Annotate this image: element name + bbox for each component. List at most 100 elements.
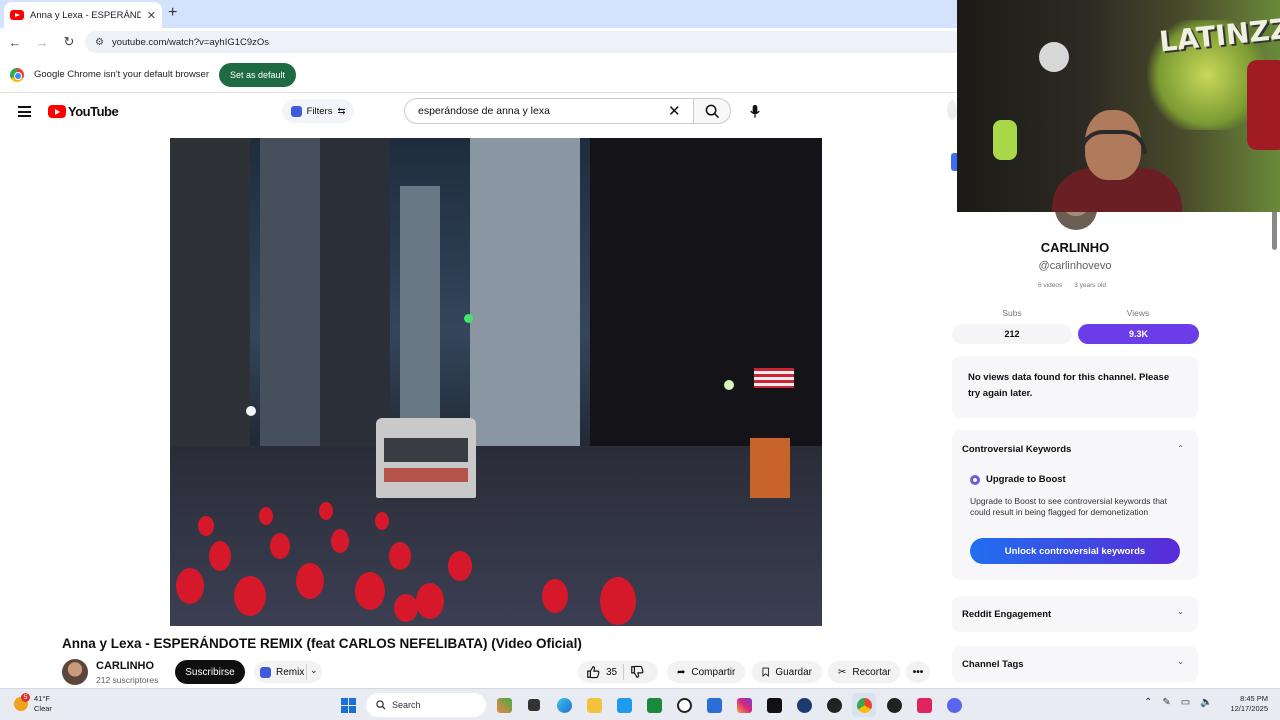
subscribe-button[interactable]: Suscribirse	[175, 660, 245, 684]
taskbar-search[interactable]: Search	[366, 693, 486, 717]
channel-tags-title: Channel Tags	[962, 659, 1024, 670]
extension-icon	[260, 666, 271, 678]
temperature: 41°F	[34, 694, 50, 703]
voice-search-button[interactable]	[741, 98, 769, 124]
search-icon	[705, 104, 719, 118]
new-tab-icon[interactable]: +	[168, 4, 177, 22]
obs-icon[interactable]	[822, 693, 846, 717]
xbox-icon[interactable]	[642, 693, 666, 717]
youtube-favicon-icon	[10, 10, 24, 20]
thumbs-up-icon[interactable]	[586, 665, 600, 679]
channel-avatar[interactable]	[62, 659, 88, 685]
chevron-up-icon[interactable]: ⌃	[1144, 697, 1152, 708]
panel-channel-handle: @carlinhovevo	[1038, 260, 1112, 272]
subs-label: Subs	[1002, 308, 1022, 318]
youtube-logo[interactable]: YouTube	[48, 104, 119, 119]
search-icon	[376, 700, 386, 710]
store-icon[interactable]	[702, 693, 726, 717]
views-value[interactable]: 9.3K	[1078, 324, 1199, 344]
filters-button[interactable]: Filters ⇆	[282, 99, 354, 123]
sidebar-tab[interactable]	[947, 100, 957, 120]
chevron-down-icon[interactable]: ⌄	[310, 665, 318, 676]
github-icon[interactable]	[882, 693, 906, 717]
search-query: esperándose de anna y lexa	[418, 105, 550, 117]
scrollbar-thumb[interactable]	[1272, 210, 1277, 250]
notification-badge: 5	[21, 693, 30, 702]
upgrade-description: Upgrade to Boost to see controversial ke…	[970, 496, 1168, 517]
video-count: 6 videos	[1038, 282, 1063, 289]
subs-value[interactable]: 212	[952, 324, 1072, 344]
thumbs-down-icon[interactable]	[630, 665, 644, 679]
address-bar[interactable]: ⚙ youtube.com/watch?v=ayhIG1C9zOs	[85, 31, 965, 53]
upgrade-row: Upgrade to Boost	[970, 474, 1066, 485]
weather-sun-icon: 5	[14, 693, 30, 711]
boost-icon	[970, 474, 980, 485]
video-title: Anna y Lexa - ESPERÁNDOTE REMIX (feat CA…	[62, 636, 582, 651]
remix-button[interactable]: Remix ⌄	[254, 661, 322, 683]
youtube-logo-text: YouTube	[68, 104, 119, 119]
tiktok-icon[interactable]	[762, 693, 786, 717]
chevron-down-icon: ⌄	[1177, 607, 1184, 616]
windows-taskbar: 5 41°F Clear Search ⌃ ✎ ▭ 🔈 8:45 PM 12/1…	[0, 688, 1280, 720]
start-button[interactable]	[336, 693, 360, 717]
volume-icon[interactable]: 🔈	[1200, 697, 1212, 708]
save-button[interactable]: Guardar	[752, 661, 822, 683]
views-label: Views	[1126, 308, 1150, 318]
reddit-engagement-title: Reddit Engagement	[962, 609, 1052, 620]
like-dislike-group: 35	[578, 661, 658, 683]
edge-icon[interactable]	[552, 693, 576, 717]
chrome-icon[interactable]	[852, 693, 876, 717]
file-explorer-icon[interactable]	[582, 693, 606, 717]
search-button[interactable]	[693, 98, 731, 124]
reload-icon[interactable]: ↻	[57, 34, 81, 50]
panel-channel-meta: 6 videos 3 years old	[1038, 282, 1106, 289]
filters-label: Filters	[306, 105, 333, 117]
channel-tags-section[interactable]: Channel Tags ⌄	[952, 646, 1198, 682]
upgrade-title: Upgrade to Boost	[986, 474, 1066, 485]
forward-icon[interactable]: →	[30, 35, 54, 50]
system-tray: ⌃ ✎ ▭ 🔈	[1144, 697, 1213, 708]
share-button[interactable]: ➦ Compartir	[667, 661, 745, 683]
taskbar-apps: Search	[336, 693, 966, 717]
whatsapp-icon[interactable]	[672, 693, 696, 717]
channel-name[interactable]: CARLINHO	[96, 660, 154, 672]
discord-icon[interactable]	[942, 693, 966, 717]
widgets-icon[interactable]	[492, 693, 516, 717]
headphones-icon	[1079, 130, 1147, 154]
clock-time: 8:45 PM	[1240, 694, 1268, 703]
share-icon: ➦	[677, 666, 686, 678]
twitter-icon[interactable]	[612, 693, 636, 717]
unlock-keywords-button[interactable]: Unlock controversial keywords	[970, 538, 1180, 564]
close-tab-icon[interactable]: ✕	[147, 9, 156, 22]
pen-icon[interactable]: ✎	[1162, 697, 1170, 708]
instagram-icon[interactable]	[732, 693, 756, 717]
set-as-default-button[interactable]: Set as default	[219, 62, 297, 87]
controversial-keywords-title[interactable]: Controversial Keywords	[962, 444, 1071, 455]
back-icon[interactable]: ←	[3, 35, 27, 50]
tab-title: Anna y Lexa - ESPERÁNDOTE R	[30, 9, 141, 21]
reddit-engagement-section[interactable]: Reddit Engagement ⌄	[952, 596, 1198, 632]
clock[interactable]: 8:45 PM 12/17/2025	[1222, 694, 1268, 714]
clip-button[interactable]: ✂ Recortar	[828, 661, 900, 683]
weather-widget[interactable]: 5 41°F Clear	[14, 693, 52, 714]
task-view-icon[interactable]	[522, 693, 546, 717]
steam-icon[interactable]	[792, 693, 816, 717]
chevron-up-icon[interactable]: ⌃	[1177, 444, 1184, 453]
clear-search-icon[interactable]: ✕	[668, 102, 681, 120]
microphone-icon	[750, 104, 760, 118]
extension-icon	[290, 105, 302, 117]
clip-label: Recortar	[852, 666, 891, 678]
site-info-icon[interactable]: ⚙	[95, 37, 104, 48]
subscriber-count: 212 suscriptores	[96, 675, 159, 685]
video-player[interactable]	[170, 138, 822, 626]
more-actions-button[interactable]: •••	[906, 661, 930, 683]
tiktok-live-icon[interactable]	[912, 693, 936, 717]
display-icon[interactable]: ▭	[1181, 697, 1190, 708]
menu-icon[interactable]	[18, 106, 31, 117]
browser-tab[interactable]: Anna y Lexa - ESPERÁNDOTE R ✕	[4, 2, 162, 28]
bookmark-icon	[762, 667, 769, 677]
share-label: Compartir	[691, 666, 736, 678]
search-input[interactable]: esperándose de anna y lexa	[404, 98, 694, 124]
infobar-message: Google Chrome isn't your default browser	[34, 69, 210, 80]
youtube-play-icon	[48, 105, 66, 118]
